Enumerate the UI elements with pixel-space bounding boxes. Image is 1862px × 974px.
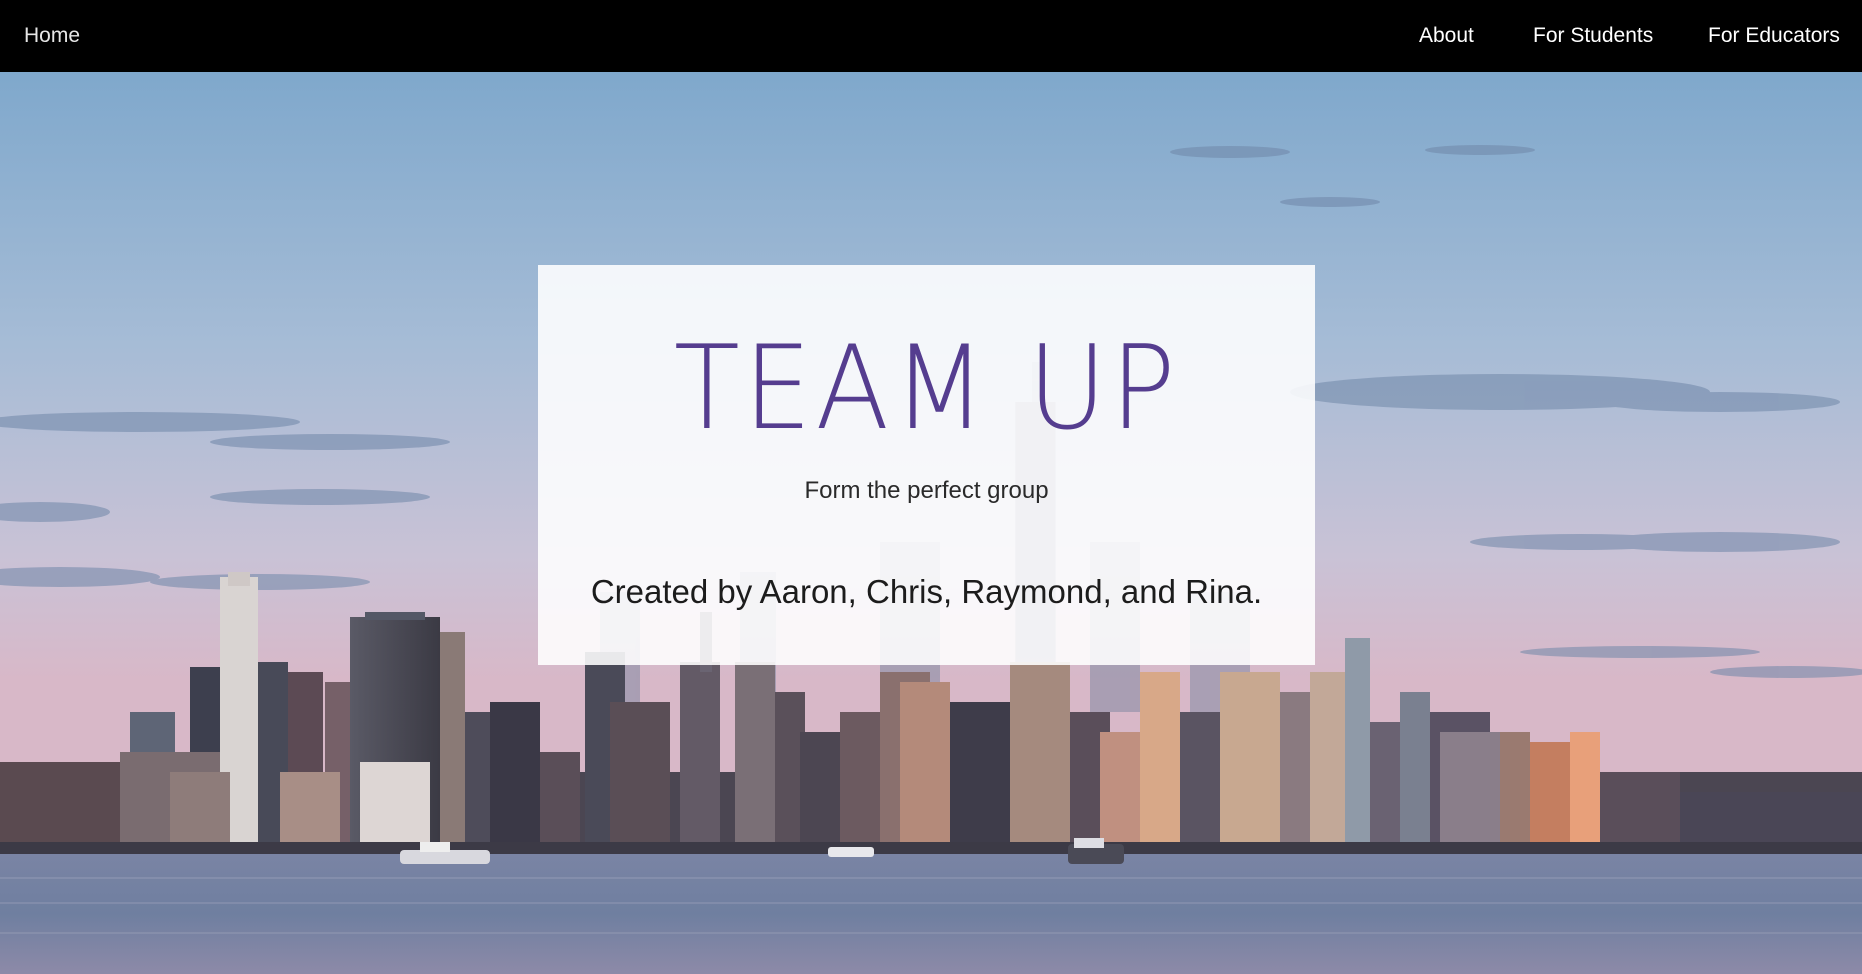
nav-home-link[interactable]: Home xyxy=(24,0,80,72)
page-title: TEAM UP xyxy=(673,321,1180,456)
nav-about-link[interactable]: About xyxy=(1419,0,1474,72)
landing-page: Home About For Students For Educators TE… xyxy=(0,0,1862,974)
tagline: Form the perfect group xyxy=(804,477,1049,504)
nav-for-educators-link[interactable]: For Educators xyxy=(1708,0,1840,72)
shoreline xyxy=(0,842,1862,854)
top-navbar: Home About For Students For Educators xyxy=(0,0,1862,72)
river xyxy=(0,854,1862,974)
hero-card: TEAM UP Form the perfect group Created b… xyxy=(538,265,1315,665)
credits-text: Created by Aaron, Chris, Raymond, and Ri… xyxy=(590,573,1263,610)
nav-for-students-link[interactable]: For Students xyxy=(1533,0,1653,72)
